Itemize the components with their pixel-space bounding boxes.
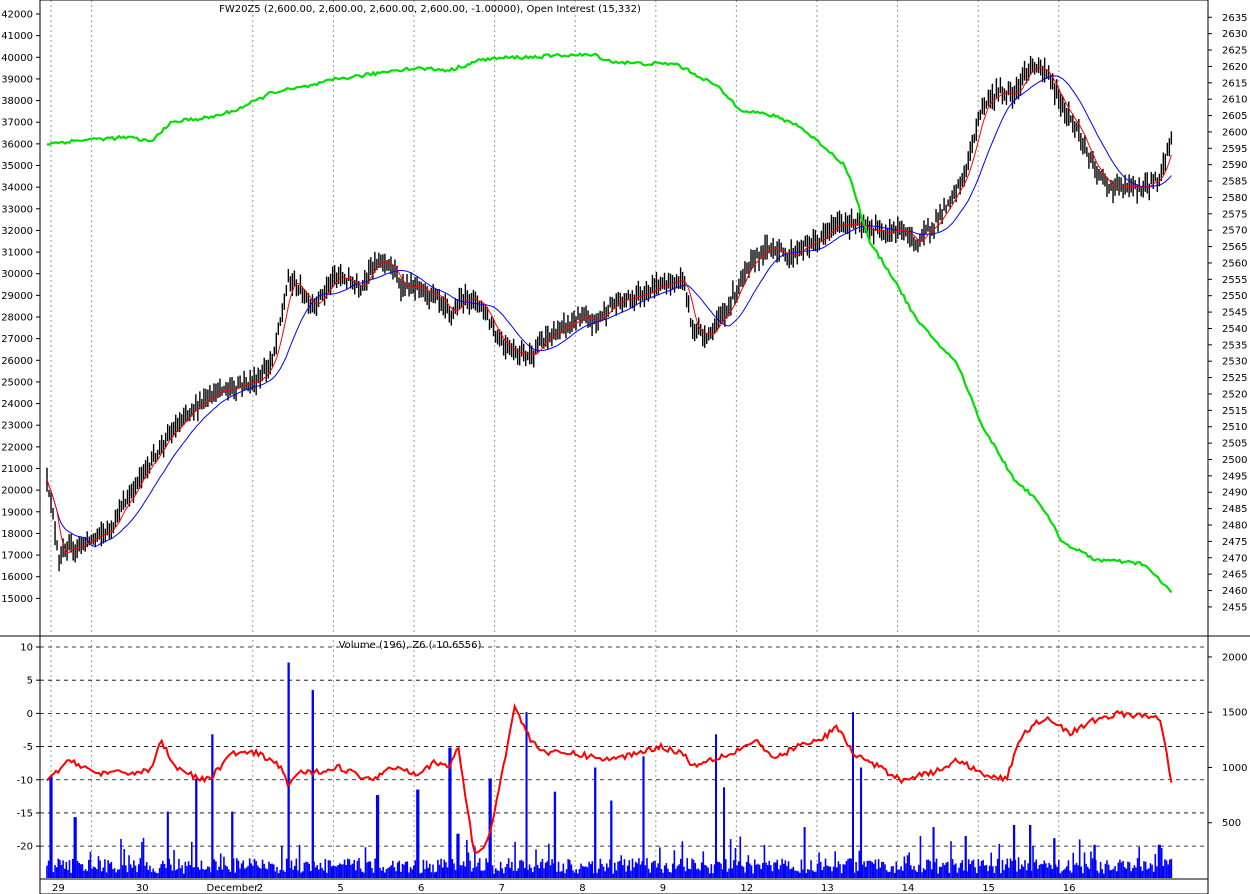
price-tick-label: 2535 (1222, 340, 1247, 351)
price-tick-label: 2600 (1222, 127, 1247, 138)
oi-tick-label: 36000 (1, 139, 33, 150)
price-tick-label: 2545 (1222, 308, 1247, 319)
price-tick-label: 2470 (1222, 553, 1247, 564)
oi-tick-label: 28000 (1, 313, 33, 324)
oi-tick-label: 26000 (1, 356, 33, 367)
volume-tick-label: 1500 (1222, 708, 1247, 719)
chart: 1500016000170001800019000200002100022000… (0, 0, 1250, 894)
price-chart-title: FW20Z5 (2,600.00, 2,600.00, 2,600.00, 2,… (219, 4, 641, 15)
oi-tick-label: 19000 (1, 507, 33, 518)
price-tick-label: 2590 (1222, 160, 1247, 171)
oi-tick-label: 20000 (1, 486, 33, 497)
price-tick-label: 2480 (1222, 521, 1247, 532)
oi-tick-label: 17000 (1, 551, 33, 562)
oi-tick-label: 35000 (1, 161, 33, 172)
z-tick-label: 5 (27, 676, 33, 687)
oi-tick-label: 18000 (1, 529, 33, 540)
price-tick-label: 2635 (1222, 13, 1247, 24)
price-tick-label: 2520 (1222, 389, 1247, 400)
price-tick-label: 2495 (1222, 471, 1247, 482)
volume-tick-label: 500 (1222, 818, 1241, 829)
x-axis-label: 12 (740, 883, 753, 894)
price-tick-label: 2540 (1222, 324, 1247, 335)
volume-tick-label: 1000 (1222, 763, 1247, 774)
x-axis-label: 2 (257, 883, 263, 894)
x-axis-label: 5 (337, 883, 343, 894)
oi-tick-label: 34000 (1, 183, 33, 194)
z-tick-label: -10 (17, 775, 33, 786)
price-tick-label: 2625 (1222, 46, 1247, 57)
price-tick-label: 2485 (1222, 504, 1247, 515)
oi-tick-label: 16000 (1, 572, 33, 583)
volume-tick-label: 2000 (1222, 652, 1247, 663)
price-tick-label: 2620 (1222, 62, 1247, 73)
price-tick-label: 2595 (1222, 144, 1247, 155)
oi-tick-label: 31000 (1, 248, 33, 259)
price-tick-label: 2585 (1222, 177, 1247, 188)
z-tick-label: 10 (20, 643, 33, 654)
price-tick-label: 2465 (1222, 570, 1247, 581)
price-tick-label: 2615 (1222, 78, 1247, 89)
oi-tick-label: 30000 (1, 269, 33, 280)
x-axis-label: December (207, 883, 260, 894)
oi-tick-label: 40000 (1, 53, 33, 64)
price-tick-label: 2500 (1222, 455, 1247, 466)
price-tick-label: 2515 (1222, 406, 1247, 417)
price-tick-label: 2610 (1222, 95, 1247, 106)
price-tick-label: 2555 (1222, 275, 1247, 286)
z-tick-label: 0 (27, 709, 33, 720)
oi-tick-label: 37000 (1, 118, 33, 129)
oi-tick-label: 21000 (1, 464, 33, 475)
price-tick-label: 2570 (1222, 226, 1247, 237)
price-tick-label: 2605 (1222, 111, 1247, 122)
price-tick-label: 2505 (1222, 439, 1247, 450)
oi-tick-label: 29000 (1, 291, 33, 302)
x-axis-label: 30 (136, 883, 149, 894)
x-axis-label: 14 (902, 883, 915, 894)
price-tick-label: 2460 (1222, 586, 1247, 597)
price-tick-label: 2455 (1222, 602, 1247, 613)
oi-tick-label: 27000 (1, 334, 33, 345)
oi-tick-label: 38000 (1, 96, 33, 107)
price-tick-label: 2510 (1222, 422, 1247, 433)
oi-tick-label: 42000 (1, 10, 33, 21)
x-axis-label: 9 (660, 883, 666, 894)
price-tick-label: 2490 (1222, 488, 1247, 499)
x-axis-label: 16 (1063, 883, 1076, 894)
price-tick-label: 2525 (1222, 373, 1247, 384)
oi-tick-label: 23000 (1, 421, 33, 432)
oi-tick-label: 15000 (1, 594, 33, 605)
price-tick-label: 2550 (1222, 291, 1247, 302)
price-tick-label: 2475 (1222, 537, 1247, 548)
oi-tick-label: 24000 (1, 399, 33, 410)
z-tick-label: -5 (23, 742, 33, 753)
volume-chart-title: Volume (196), Z6 (-10.6556) (339, 640, 482, 651)
x-axis-label: 6 (418, 883, 424, 894)
oi-tick-label: 32000 (1, 226, 33, 237)
x-axis-label: 29 (52, 883, 65, 894)
price-tick-label: 2630 (1222, 29, 1247, 40)
price-tick-label: 2530 (1222, 357, 1247, 368)
price-tick-label: 2575 (1222, 209, 1247, 220)
x-axis-label: 13 (821, 883, 834, 894)
z-tick-label: -20 (17, 842, 33, 853)
oi-tick-label: 22000 (1, 442, 33, 453)
price-tick-label: 2565 (1222, 242, 1247, 253)
x-axis-label: 7 (499, 883, 505, 894)
x-axis-label: 8 (579, 883, 585, 894)
z-tick-label: -15 (17, 808, 33, 819)
oi-tick-label: 41000 (1, 31, 33, 42)
price-tick-label: 2560 (1222, 258, 1247, 269)
oi-tick-label: 39000 (1, 74, 33, 85)
oi-tick-label: 33000 (1, 204, 33, 215)
oi-tick-label: 25000 (1, 377, 33, 388)
x-axis-label: 15 (982, 883, 995, 894)
price-tick-label: 2580 (1222, 193, 1247, 204)
